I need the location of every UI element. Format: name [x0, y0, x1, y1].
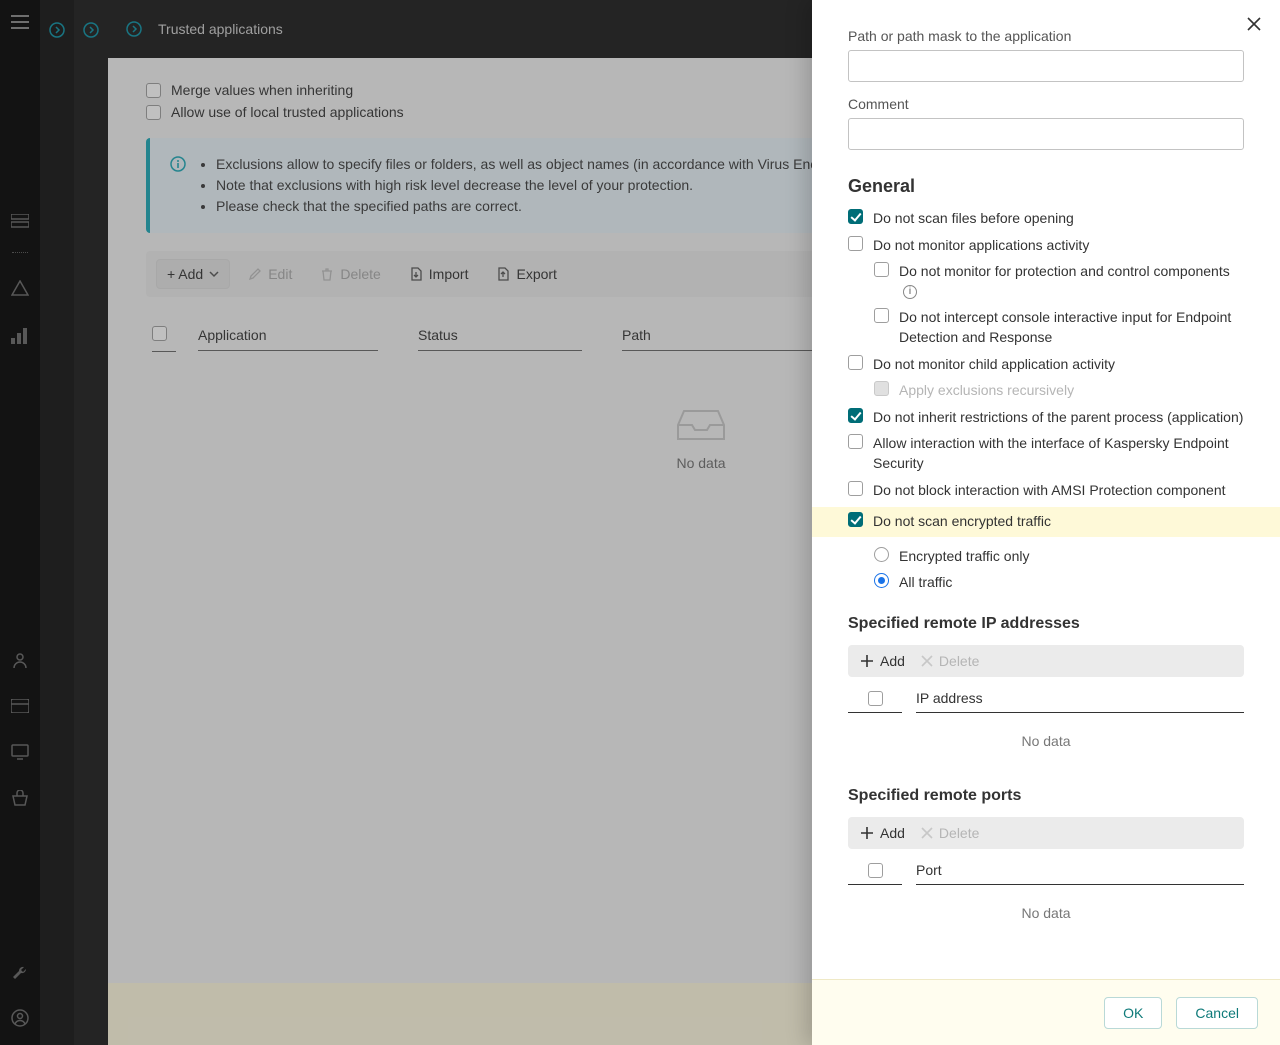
ok-button[interactable]: OK: [1104, 997, 1162, 1029]
trusted-app-panel: Path or path mask to the application Com…: [812, 0, 1280, 1045]
ip-add-button[interactable]: Add: [860, 653, 905, 669]
opt-apply-recursively: Apply exclusions recursively: [874, 381, 1244, 401]
checkbox-icon[interactable]: [874, 262, 889, 277]
ip-delete-button: Delete: [921, 653, 979, 669]
port-toolbar: Add Delete: [848, 817, 1244, 849]
radio-encrypted-only[interactable]: Encrypted traffic only: [874, 547, 1244, 567]
port-col: Port: [916, 862, 1244, 885]
close-icon[interactable]: [1246, 16, 1262, 35]
ip-col: IP address: [916, 690, 1244, 713]
checkbox-icon[interactable]: [848, 355, 863, 370]
x-icon: [921, 827, 933, 839]
opt-no-scan-before-open[interactable]: Do not scan files before opening: [848, 209, 1244, 229]
opt-no-scan-encrypted[interactable]: Do not scan encrypted traffic: [812, 507, 1280, 537]
panel-footer: OK Cancel: [812, 979, 1280, 1045]
checkbox-icon[interactable]: [848, 481, 863, 496]
checkbox-icon[interactable]: [848, 209, 863, 224]
comment-input[interactable]: [848, 118, 1244, 150]
opt-no-monitor-protection[interactable]: Do not monitor for protection and contro…: [874, 262, 1244, 301]
checkbox-icon[interactable]: [848, 236, 863, 251]
path-input[interactable]: [848, 50, 1244, 82]
opt-no-monitor-activity[interactable]: Do not monitor applications activity: [848, 236, 1244, 256]
checkbox-icon: [874, 381, 889, 396]
info-icon[interactable]: i: [903, 285, 917, 299]
opt-no-monitor-child[interactable]: Do not monitor child application activit…: [848, 355, 1244, 375]
opt-no-inherit-restrictions[interactable]: Do not inherit restrictions of the paren…: [848, 408, 1244, 428]
x-icon: [921, 655, 933, 667]
general-title: General: [848, 176, 1244, 197]
opt-allow-interaction-kes[interactable]: Allow interaction with the interface of …: [848, 434, 1244, 473]
plus-icon: [860, 654, 874, 668]
plus-icon: [860, 826, 874, 840]
port-add-button[interactable]: Add: [860, 825, 905, 841]
port-delete-button: Delete: [921, 825, 979, 841]
opt-no-block-amsi[interactable]: Do not block interaction with AMSI Prote…: [848, 481, 1244, 501]
checkbox-icon[interactable]: [848, 434, 863, 449]
cancel-button[interactable]: Cancel: [1176, 997, 1258, 1029]
checkbox-icon[interactable]: [848, 408, 863, 423]
ip-section-title: Specified remote IP addresses: [848, 615, 1244, 633]
radio-all-traffic[interactable]: All traffic: [874, 573, 1244, 593]
checkbox-icon[interactable]: [848, 512, 863, 527]
port-nodata: No data: [848, 889, 1244, 937]
port-select-all[interactable]: [868, 863, 883, 878]
ip-nodata: No data: [848, 717, 1244, 765]
checkbox-icon[interactable]: [874, 308, 889, 323]
radio-icon[interactable]: [874, 573, 889, 588]
ip-select-all[interactable]: [868, 691, 883, 706]
radio-icon[interactable]: [874, 547, 889, 562]
opt-no-intercept-console[interactable]: Do not intercept console interactive inp…: [874, 308, 1244, 347]
comment-label: Comment: [848, 96, 1244, 112]
path-label: Path or path mask to the application: [848, 28, 1244, 44]
ip-toolbar: Add Delete: [848, 645, 1244, 677]
port-section-title: Specified remote ports: [848, 787, 1244, 805]
